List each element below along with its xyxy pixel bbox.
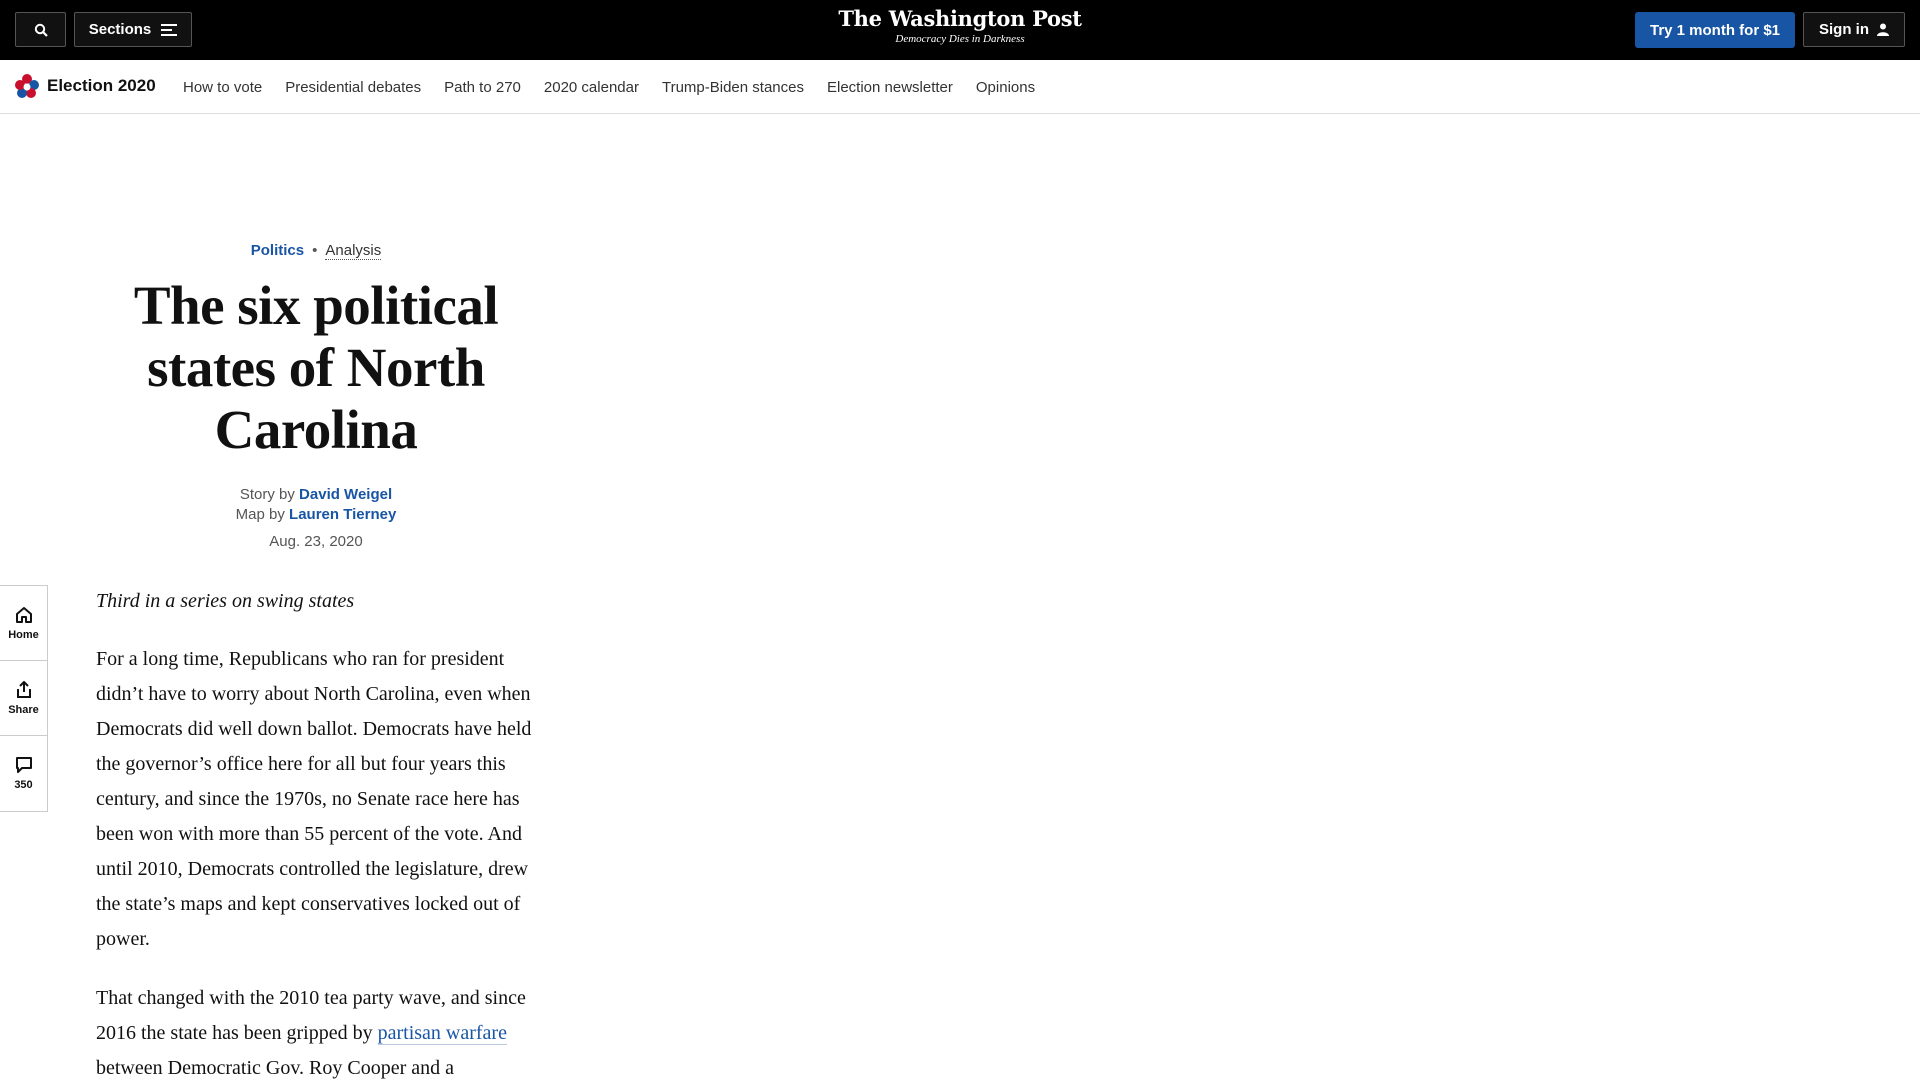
- publish-date: Aug. 23, 2020: [269, 533, 363, 550]
- section-link[interactable]: Politics: [251, 242, 304, 259]
- sections-label: Sections: [88, 21, 152, 38]
- sign-in-button[interactable]: Sign in: [1803, 12, 1905, 47]
- story-byline-prefix: Story by: [239, 486, 295, 503]
- nav-link-2020-calendar[interactable]: 2020 calendar: [544, 79, 639, 96]
- comment-icon: [15, 757, 32, 773]
- search-button[interactable]: [15, 12, 66, 47]
- nav-link-path-to-270[interactable]: Path to 270: [444, 79, 521, 96]
- analysis-label[interactable]: Analysis: [325, 242, 382, 260]
- article-body: Third in a series on swing states For a …: [96, 586, 546, 1080]
- article-paragraph: For a long time, Republicans who ran for…: [96, 648, 532, 950]
- nav-link-election-newsletter[interactable]: Election newsletter: [827, 79, 953, 96]
- story-byline: Story by David Weigel: [100, 485, 532, 505]
- sign-in-label: Sign in: [1819, 21, 1869, 38]
- map-byline: Map by Lauren Tierney: [100, 505, 532, 525]
- share-icon: [16, 680, 31, 698]
- election-brand[interactable]: Election 2020: [15, 74, 156, 98]
- masthead-tagline: Democracy Dies in Darkness: [895, 33, 1025, 45]
- map-byline-prefix: Map by: [235, 506, 285, 523]
- story-author-link[interactable]: David Weigel: [299, 486, 392, 503]
- nav-link-opinions[interactable]: Opinions: [976, 79, 1035, 96]
- article-kicker: Politics • Analysis: [100, 242, 532, 260]
- masthead[interactable]: The Washington Post Democracy Dies in Da…: [810, 6, 1110, 45]
- sections-button[interactable]: Sections: [74, 12, 192, 47]
- subscribe-button[interactable]: Try 1 month for $1: [1635, 12, 1795, 48]
- election-star-icon: [15, 74, 39, 98]
- share-label: Share: [8, 703, 39, 716]
- left-action-rail: Home Share 350: [0, 585, 48, 812]
- byline: Story by David Weigel Map by Lauren Tier…: [100, 485, 532, 525]
- share-button[interactable]: Share: [0, 661, 47, 736]
- election-brand-label: Election 2020: [47, 76, 156, 95]
- series-note: Third in a series on swing states: [96, 590, 355, 612]
- partisan-warfare-link[interactable]: partisan warfare: [377, 1022, 507, 1045]
- top-bar: Sections The Washington Post Democracy D…: [0, 0, 1920, 60]
- kicker-separator: •: [312, 242, 318, 259]
- nav-link-trump-biden-stances[interactable]: Trump-Biden stances: [662, 79, 804, 96]
- comments-count: 350: [14, 779, 33, 791]
- home-label: Home: [8, 628, 39, 641]
- nav-link-presidential-debates[interactable]: Presidential debates: [285, 79, 421, 96]
- election-nav-links: How to vote Presidential debates Path to…: [183, 60, 1035, 114]
- search-icon: [34, 23, 48, 37]
- home-icon: [15, 606, 32, 623]
- home-button[interactable]: Home: [0, 586, 47, 661]
- paragraph-text: between Democratic Gov. Roy Cooper and a: [96, 1057, 455, 1079]
- user-icon: [1877, 23, 1889, 36]
- election-nav: Election 2020 How to vote Presidential d…: [0, 60, 1920, 114]
- map-author-link[interactable]: Lauren Tierney: [289, 506, 396, 523]
- menu-icon: [161, 23, 178, 36]
- article-headline: The six political states of North Caroli…: [133, 275, 499, 460]
- nav-link-how-to-vote[interactable]: How to vote: [183, 79, 262, 96]
- article-paragraph: That changed with the 2010 tea party wav…: [96, 981, 546, 1080]
- masthead-logo[interactable]: The Washington Post: [810, 6, 1110, 31]
- comments-button[interactable]: 350: [0, 736, 47, 811]
